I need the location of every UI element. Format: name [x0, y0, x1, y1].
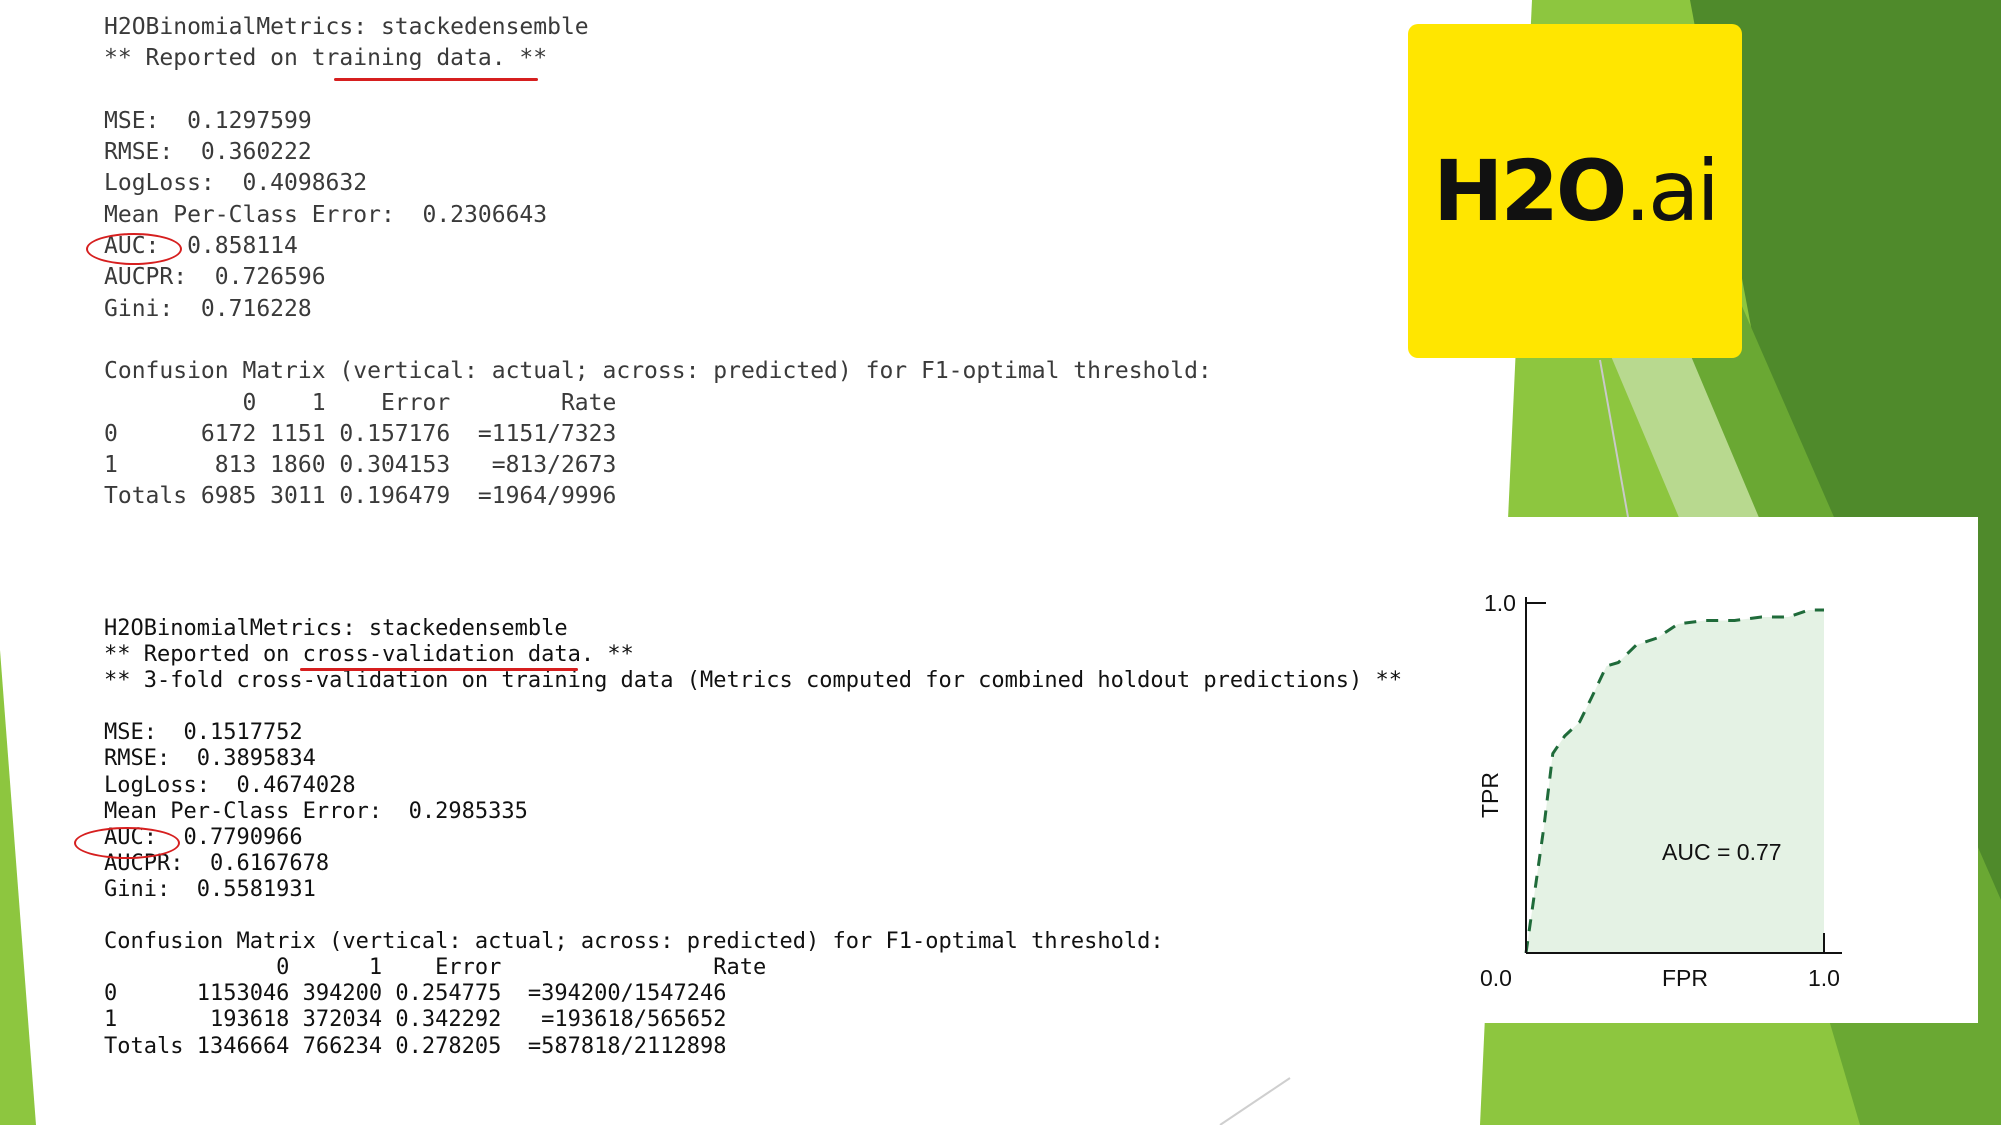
auc-circle-cross-validation — [74, 827, 180, 859]
x-tick-label-left: 0.0 — [1480, 965, 1512, 991]
cross-validation-data-underline — [300, 668, 578, 671]
logo-wordmark: H2O.ai — [1433, 142, 1720, 240]
training-output-line-8: AUCPR: 0.726596 — [104, 264, 326, 291]
x-axis-title: FPR — [1662, 965, 1708, 991]
h2o-ai-logo: H2O.ai — [1408, 24, 1742, 358]
training-output-line-14: 1 813 1860 0.304153 =813/2673 — [104, 452, 617, 479]
x-tick-label-right: 1.0 — [1808, 965, 1840, 991]
training-output-line-2 — [104, 75, 1212, 106]
training-output-line-9: Gini: 0.716228 — [104, 295, 312, 322]
cv-output-line-1: ** Reported on cross-validation data. ** — [104, 642, 634, 668]
cv-output-line-0: H2OBinomialMetrics: stackedensemble — [104, 616, 568, 641]
cv-output-line-15: 1 193618 372034 0.342292 =193618/565652 — [104, 1007, 727, 1033]
cv-output-line-6: LogLoss: 0.4674028 — [104, 772, 356, 798]
cv-output-line-14: 0 1153046 394200 0.254775 =394200/154724… — [104, 981, 727, 1007]
cv-output-line-12: Confusion Matrix (vertical: actual; acro… — [104, 929, 1164, 955]
cv-output-line-9: AUCPR: 0.6167678 — [104, 850, 330, 876]
roc-chart-panel: 1.0 0.0 1.0 FPR TPR AUC = 0.77 — [1414, 517, 1978, 1023]
cv-output-line-3 — [104, 694, 1402, 720]
training-output-line-3: MSE: 0.1297599 — [104, 107, 312, 134]
training-output-line-10 — [104, 325, 1212, 356]
auc-annotation: AUC = 0.77 — [1662, 839, 1782, 865]
cv-output-line-10: Gini: 0.5581931 — [104, 876, 316, 902]
training-output-line-11: Confusion Matrix (vertical: actual; acro… — [104, 358, 1212, 385]
logo-suffix-text: .ai — [1624, 142, 1720, 240]
logo-main-text: H2O — [1433, 142, 1627, 240]
training-output-line-5: LogLoss: 0.4098632 — [104, 170, 368, 197]
cv-output-line-13: 0 1 Error Rate — [104, 955, 767, 981]
cv-output-line-5: RMSE: 0.3895834 — [104, 746, 316, 772]
training-output-line-6: Mean Per-Class Error: 0.2306643 — [104, 201, 548, 228]
roc-area-fill — [1526, 610, 1824, 953]
cv-output-line-4: MSE: 0.1517752 — [104, 720, 303, 746]
thin-diagonal-line-bottom — [1219, 1077, 1291, 1125]
cv-output-line-11 — [104, 903, 1402, 929]
training-output-line-0: H2OBinomialMetrics: stackedensemble — [104, 14, 589, 40]
training-output-line-12: 0 1 Error Rate — [104, 389, 617, 416]
left-green-sliver — [0, 650, 36, 1125]
training-output-line-13: 0 6172 1151 0.157176 =1151/7323 — [104, 420, 617, 447]
cv-output-line-16: Totals 1346664 766234 0.278205 =587818/2… — [104, 1033, 727, 1059]
cross-validation-metrics-output: H2OBinomialMetrics: stackedensemble ** Re… — [104, 616, 1402, 1060]
y-axis-title: TPR — [1477, 772, 1503, 818]
y-tick-label-top: 1.0 — [1484, 590, 1516, 616]
roc-chart: 1.0 0.0 1.0 FPR TPR AUC = 0.77 — [1477, 590, 1842, 991]
training-output-line-7: AUC: 0.858114 — [104, 233, 298, 260]
training-output-line-15: Totals 6985 3011 0.196479 =1964/9996 — [104, 483, 617, 510]
auc-circle-training — [86, 233, 182, 265]
training-metrics-output: H2OBinomialMetrics: stackedensemble ** Re… — [104, 12, 1212, 513]
cv-output-line-7: Mean Per-Class Error: 0.2985335 — [104, 798, 528, 824]
training-output-line-1: ** Reported on training data. ** — [104, 45, 548, 72]
training-data-underline — [334, 78, 538, 81]
cv-output-line-2: ** 3-fold cross-validation on training d… — [104, 668, 1403, 694]
cv-output-line-8: AUC: 0.7790966 — [104, 824, 303, 850]
training-output-line-4: RMSE: 0.360222 — [104, 139, 312, 166]
